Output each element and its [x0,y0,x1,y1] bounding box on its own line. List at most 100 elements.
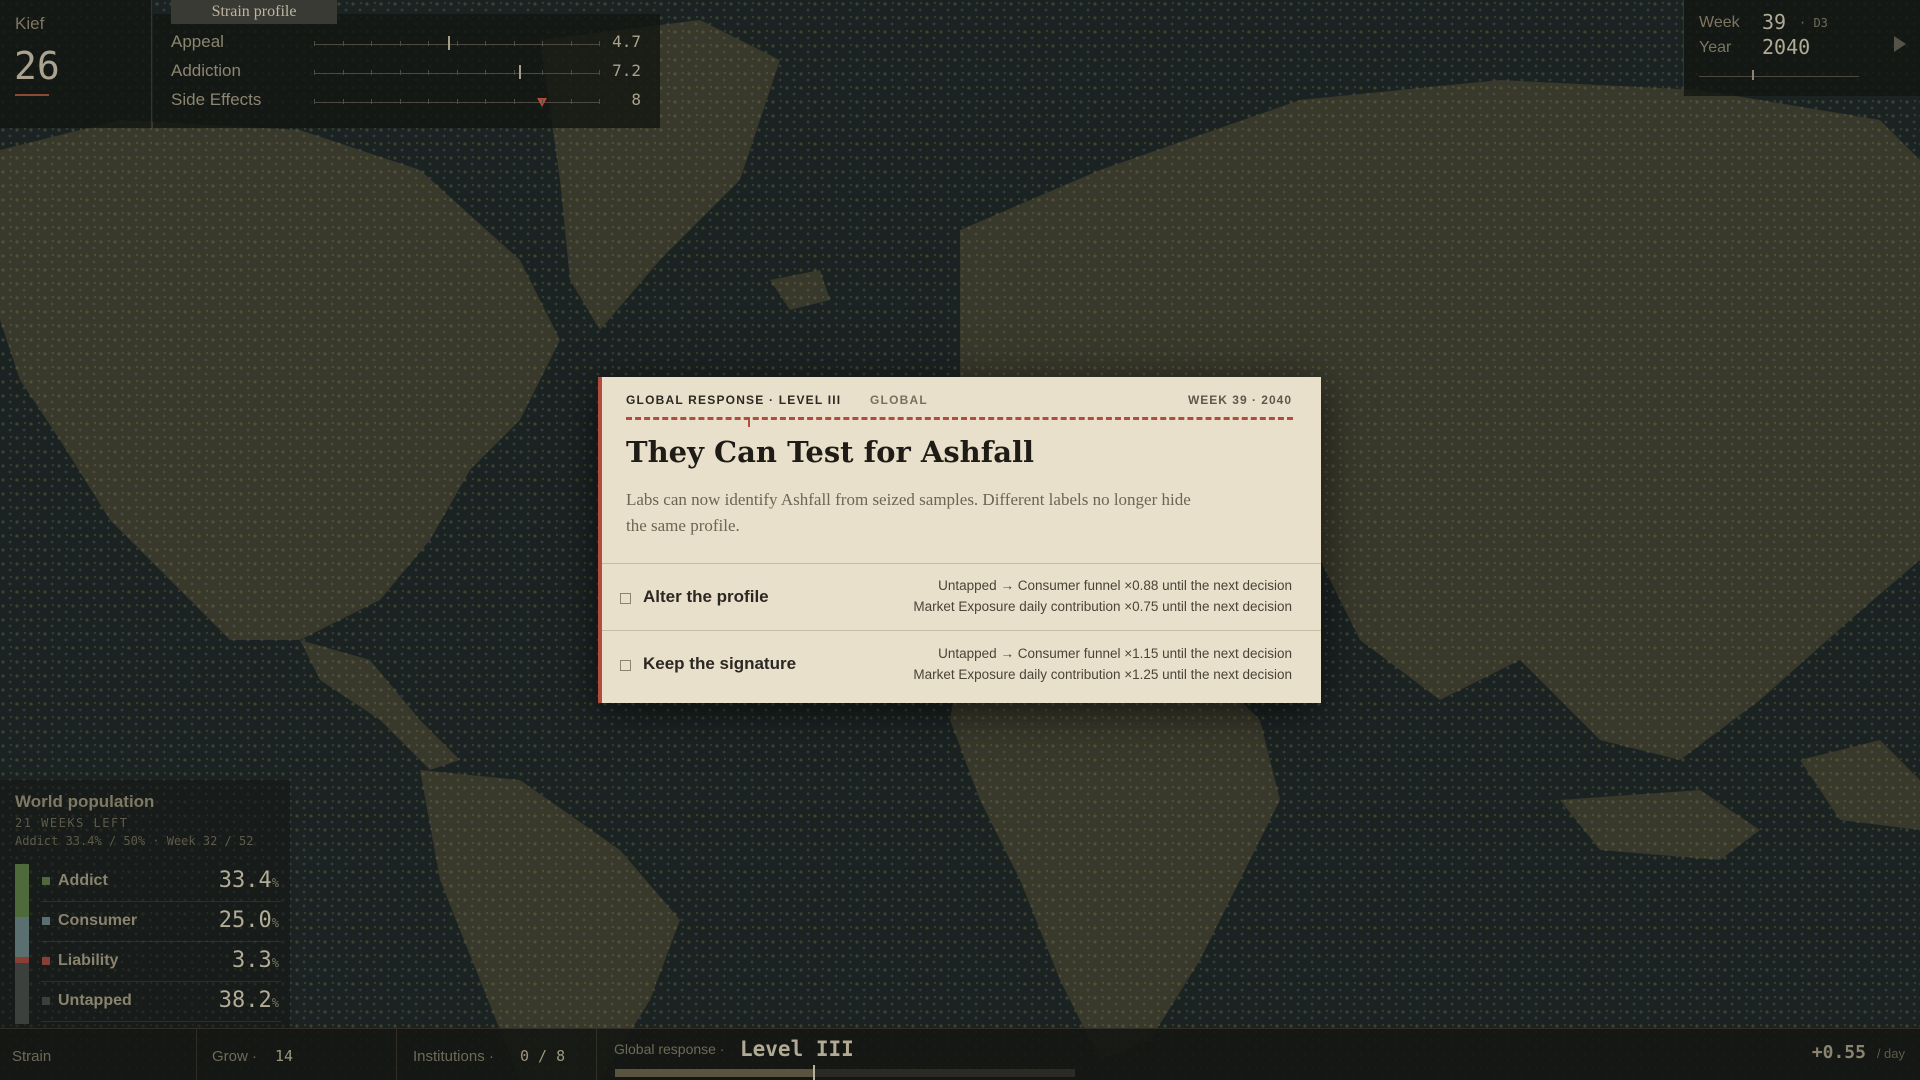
stat-tick [542,70,543,75]
modal-scope: GLOBAL [870,393,928,407]
tab-strain[interactable]: Strain [0,1029,197,1080]
clock-panel: Week 39 · D3 Year 2040 [1683,0,1920,96]
modal-kicker: GLOBAL RESPONSE · LEVEL III [626,393,842,407]
modal-divider [626,417,1293,420]
stat-tick [314,70,315,75]
choice-alter-profile[interactable]: Alter the profile Untapped → Consumer fu… [602,563,1321,630]
population-stack-segment [15,864,29,918]
stat-tick [399,41,401,46]
population-value: 25.0% [218,908,279,933]
stat-tick [428,99,429,104]
stat-tick [342,41,344,46]
bottom-bar: Strain Grow · 14 Institutions · 0 / 8 Gl… [0,1028,1920,1080]
stat-tick [342,70,344,75]
stat-value: 4.7 [612,32,641,51]
modal-divider-tick [748,417,750,427]
choice-effect: Market Exposure daily contribution ×0.75… [913,599,1292,614]
global-response-marker [812,1065,815,1080]
week-value: 39 [1762,10,1787,34]
week-progress-track [1699,76,1859,77]
stat-addiction: Addiction 7.2 [171,61,641,85]
play-icon[interactable] [1894,36,1906,52]
kief-underline [15,94,49,96]
stat-tick [456,41,458,46]
checkbox-icon[interactable] [620,593,631,604]
global-response-level: Level III [740,1037,854,1061]
legend-swatch [42,997,50,1005]
stat-tick [456,99,458,104]
population-row-consumer: Consumer 25.0% [41,904,281,942]
population-stack-segment [15,962,29,1024]
choice-effect: Market Exposure daily contribution ×1.25… [913,667,1292,682]
legend-swatch [42,957,50,965]
strain-profile-tab[interactable]: Strain profile [171,0,337,24]
tab-institutions[interactable]: Institutions · 0 / 8 [397,1029,597,1080]
population-row-untapped: Untapped 38.2% [41,984,281,1022]
kief-value: 26 [14,44,60,88]
kief-panel: Kief 26 [0,0,152,128]
population-panel: World population 21 WEEKS LEFT Addict 33… [0,780,290,1030]
choice-effect: Untapped → Consumer funnel ×0.88 until t… [938,578,1292,593]
modal-title: They Can Test for Ashfall [626,435,1035,469]
stat-side-effects: Side Effects 8 [171,90,641,114]
event-modal: GLOBAL RESPONSE · LEVEL III GLOBAL WEEK … [598,377,1321,703]
stat-marker [519,65,522,79]
stat-tick [428,70,429,75]
stat-name: Addiction [171,61,241,80]
population-name: Liability [58,952,119,969]
stat-tick [342,99,344,104]
stat-tick [485,41,486,46]
legend-swatch [42,877,50,885]
choice-effect: Untapped → Consumer funnel ×1.15 until t… [938,646,1292,661]
weeks-left: 21 WEEKS LEFT [15,816,129,830]
stat-tick [542,99,543,104]
stat-tick [485,99,486,104]
year-value: 2040 [1762,35,1811,59]
stat-tick [456,70,458,75]
stat-appeal: Appeal 4.7 [171,32,641,56]
stat-tick [599,70,600,75]
choice-label: Alter the profile [643,587,769,606]
population-name: Addict [58,872,108,889]
choice-label: Keep the signature [643,654,797,673]
stat-tick [428,41,429,46]
legend-swatch [42,917,50,925]
modal-description: Labs can now identify Ashfall from seize… [626,490,1191,535]
rate-display: +0.55 / day [1811,1042,1905,1063]
institutions-label: Institutions · [413,1048,494,1065]
day-value: · D3 [1799,16,1828,30]
stat-tick [371,41,372,46]
stat-value: 7.2 [612,61,641,80]
stat-tick [485,70,486,75]
stat-tick [599,41,600,46]
population-summary: Addict 33.4% / 50% · Week 32 / 52 [15,834,254,848]
checkbox-icon[interactable] [620,660,631,671]
year-label: Year [1699,39,1732,56]
stat-tick [314,99,315,104]
global-response-label: Global response · [614,1041,725,1057]
population-row-addict: Addict 33.4% [41,864,281,902]
choice-keep-signature[interactable]: Keep the signature Untapped → Consumer f… [602,630,1321,697]
population-name: Untapped [58,992,132,1009]
population-stack-segment [15,917,29,958]
stat-tick [371,70,372,75]
tab-grow[interactable]: Grow · 14 [197,1029,397,1080]
population-name: Consumer [58,912,138,929]
population-value: 3.3% [232,948,279,973]
stat-tick [542,41,543,46]
population-title: World population [15,792,155,811]
stat-tick [513,41,515,46]
population-row-liability: Liability 3.3% [41,944,281,982]
grow-label: Grow · [212,1048,257,1065]
stat-tick [371,99,372,104]
stat-name: Appeal [171,32,224,51]
stat-tick [399,70,401,75]
stat-name: Side Effects [171,90,262,109]
stat-tick [570,41,572,46]
week-label: Week [1699,14,1740,31]
grow-value: 14 [275,1047,294,1065]
stat-tick [570,70,572,75]
week-progress-marker[interactable] [1752,70,1754,80]
stat-tick [314,41,315,46]
kief-label: Kief [15,14,45,33]
